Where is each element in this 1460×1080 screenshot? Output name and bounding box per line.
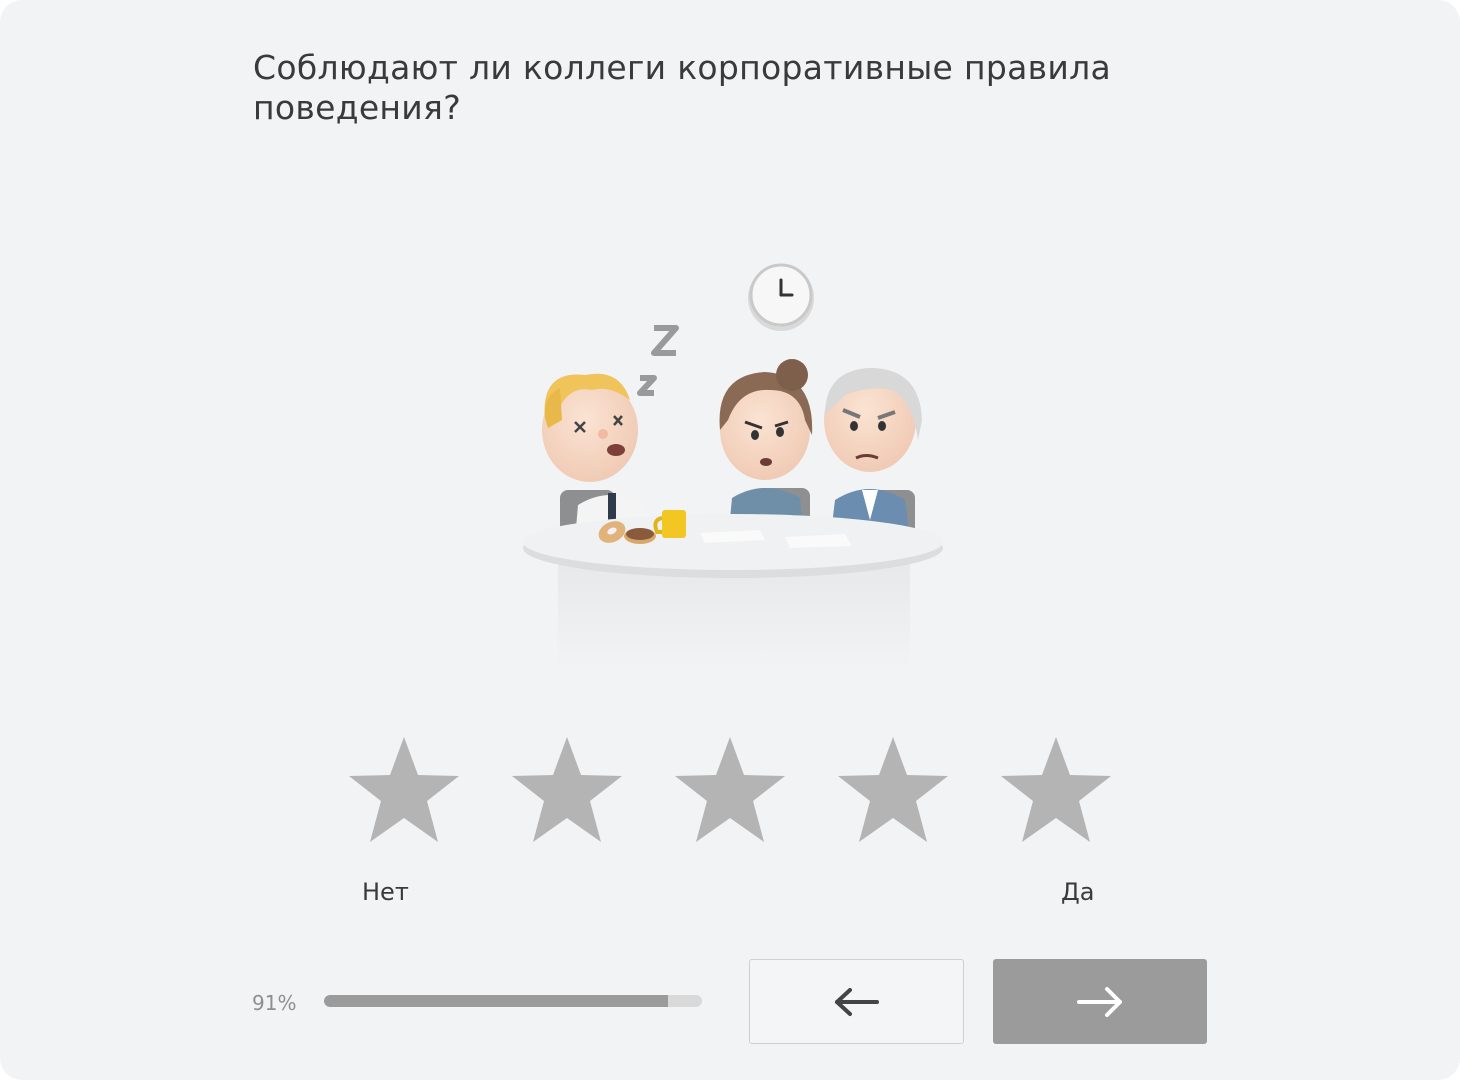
sleeping-colleague [542,373,650,540]
sleep-z-icon [637,325,679,396]
star-icon [838,737,948,842]
scale-min-label: Нет [362,878,409,906]
star-icon [512,737,622,842]
star-icon [675,737,785,842]
rating-star-3[interactable] [670,732,790,847]
back-button[interactable] [749,959,964,1044]
progress-bar-fill [324,995,668,1007]
progress-percent: 91% [252,991,297,1015]
arrow-right-icon [1077,986,1122,1017]
meeting-illustration [500,250,970,680]
star-icon [1001,737,1111,842]
star-icon [349,737,459,842]
question-title: Соблюдают ли коллеги корпоративные прави… [253,48,1111,127]
survey-card: Соблюдают ли коллеги корпоративные прави… [0,0,1460,1080]
woman-colleague [719,359,813,540]
clock-icon [748,263,814,331]
rating-star-2[interactable] [507,732,627,847]
rating-star-5[interactable] [996,732,1116,847]
rating-star-1[interactable] [344,732,464,847]
progress-bar [324,995,702,1007]
arrow-left-icon [834,987,879,1016]
rating-star-4[interactable] [833,732,953,847]
rating-stars [344,732,1119,852]
next-button[interactable] [993,959,1207,1044]
scale-max-label: Да [1061,878,1095,906]
